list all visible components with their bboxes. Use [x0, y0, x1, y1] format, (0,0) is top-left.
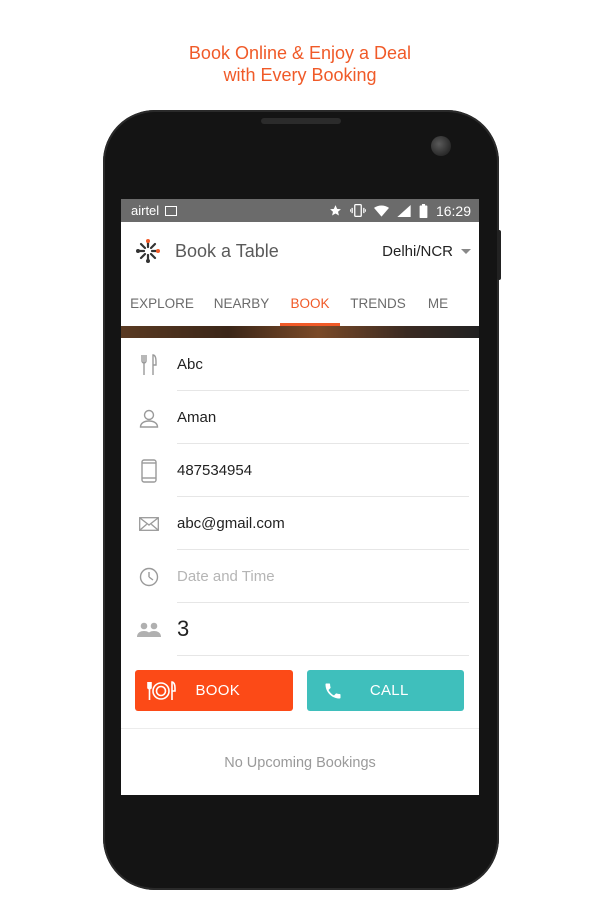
name-value: Aman — [177, 391, 469, 444]
clock-time: 16:29 — [435, 202, 471, 219]
tab-explore[interactable]: EXPLORE — [121, 280, 203, 326]
call-button-label: CALL — [369, 682, 409, 699]
restaurant-value: Abc — [177, 338, 469, 391]
power-button — [497, 230, 501, 280]
promo-line-1: Book Online & Enjoy a Deal — [188, 43, 412, 63]
city-selector[interactable]: Delhi/NCR — [382, 243, 471, 260]
status-icons: 16:29 — [329, 203, 471, 219]
tab-nearby[interactable]: NEARBY — [203, 280, 280, 326]
tab-book[interactable]: BOOK — [280, 280, 340, 326]
section-divider — [121, 728, 479, 729]
app-bar: Book a Table Delhi/NCR — [121, 222, 479, 280]
tab-bar: EXPLORE NEARBY BOOK TRENDS ME — [121, 280, 479, 326]
book-button[interactable]: BOOK — [135, 670, 293, 711]
tab-me[interactable]: ME — [416, 280, 460, 326]
guests-value: 3 — [177, 603, 469, 656]
call-button[interactable]: CALL — [306, 670, 464, 711]
envelope-icon — [121, 497, 177, 550]
star-icon — [330, 205, 341, 216]
restaurant-field[interactable]: Abc — [121, 338, 479, 391]
vibrate-icon — [349, 204, 366, 217]
phone-value: 487534954 — [177, 444, 469, 497]
clock-icon — [121, 550, 177, 603]
user-icon — [121, 391, 177, 444]
promo-headline: Book Online & Enjoy a Deal with Every Bo… — [0, 42, 600, 86]
empty-bookings-message: No Upcoming Bookings — [224, 755, 376, 771]
mobile-phone-icon — [121, 444, 177, 497]
group-icon — [121, 603, 177, 656]
carrier-name: airtel — [131, 203, 160, 218]
dropdown-caret-icon — [461, 248, 471, 254]
phone-handset-icon — [315, 681, 351, 701]
app-logo-icon[interactable] — [135, 238, 161, 264]
cutlery-icon — [121, 338, 177, 391]
signal-icon — [397, 204, 411, 217]
speaker-grille — [261, 118, 341, 124]
app-screen: airtel 16:29 Book a Table Delhi/NCR EXPL… — [121, 199, 479, 795]
wifi-icon — [373, 205, 389, 217]
battery-icon — [419, 203, 428, 218]
datetime-field[interactable]: Date and Time — [121, 550, 479, 603]
plate-cutlery-icon — [143, 680, 179, 702]
name-field[interactable]: Aman — [121, 391, 479, 444]
city-label: Delhi/NCR — [382, 242, 453, 260]
image-icon — [165, 205, 178, 216]
datetime-placeholder: Date and Time — [177, 550, 469, 603]
phone-field[interactable]: 487534954 — [121, 444, 479, 497]
email-field[interactable]: abc@gmail.com — [121, 497, 479, 550]
status-bar: airtel 16:29 — [121, 199, 479, 222]
promo-line-2: with Every Booking — [223, 65, 377, 85]
book-button-label: BOOK — [195, 682, 241, 699]
page-title: Book a Table — [175, 240, 279, 261]
tab-trends[interactable]: TRENDS — [340, 280, 416, 326]
front-camera — [431, 136, 451, 156]
action-buttons: BOOK CALL — [121, 656, 479, 711]
guests-field[interactable]: 3 — [121, 603, 479, 656]
restaurant-banner-image — [121, 326, 479, 338]
email-value: abc@gmail.com — [177, 497, 469, 550]
